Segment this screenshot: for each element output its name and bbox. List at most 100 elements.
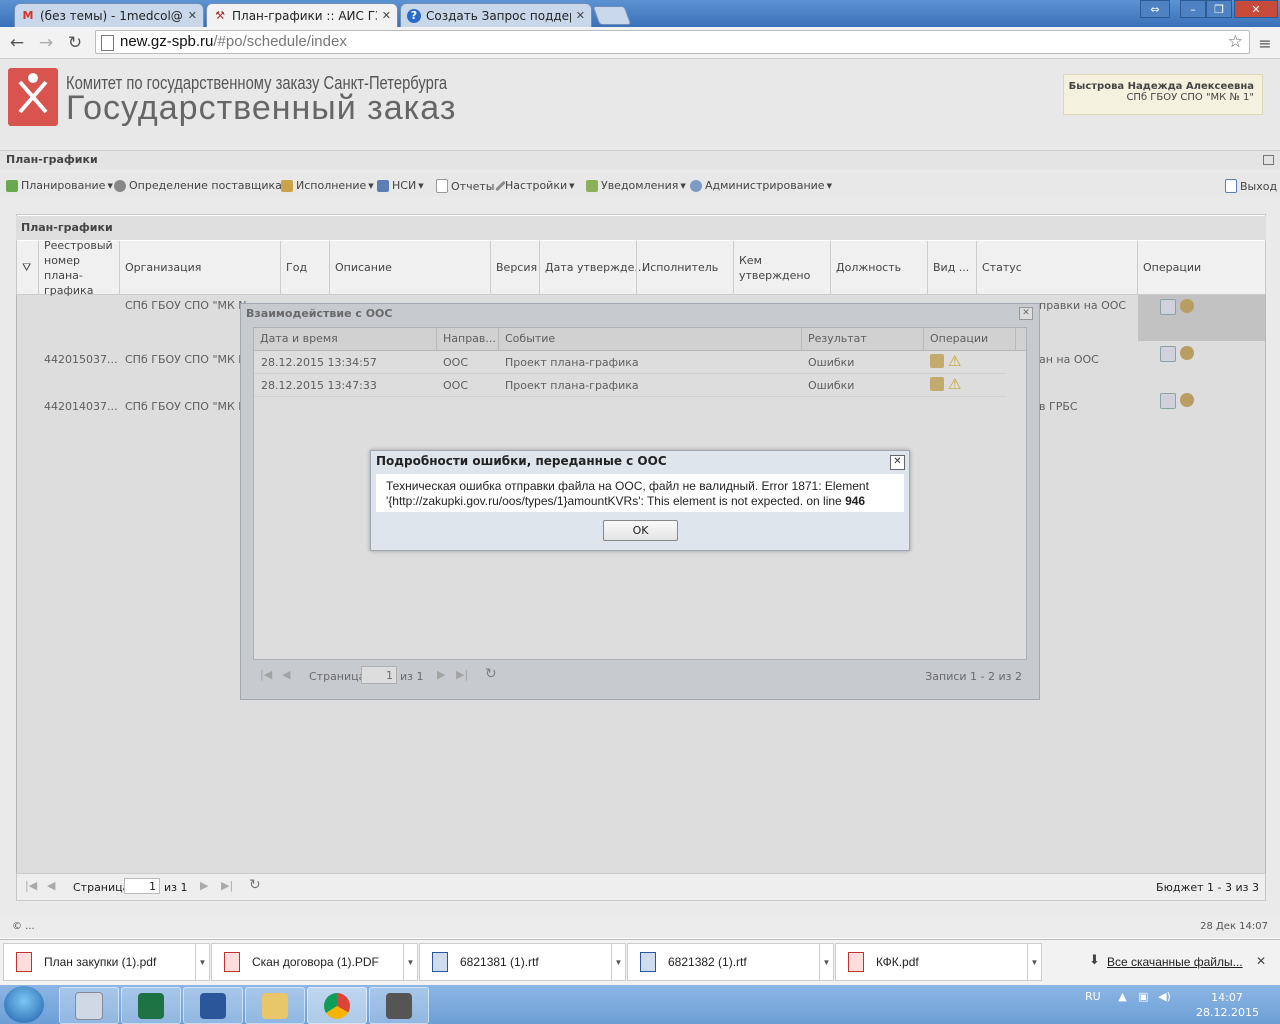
volume-icon[interactable]: ◀) xyxy=(1158,990,1171,1003)
tab-gmail[interactable]: M (без темы) - 1medcol@gm ✕ xyxy=(14,3,204,27)
ok-button[interactable]: OK xyxy=(603,520,678,541)
prev-page-icon[interactable]: ◀ xyxy=(47,879,55,892)
download-item[interactable]: 6821382 (1).rtf ▼ xyxy=(627,943,834,981)
column-header[interactable]: Должность xyxy=(830,241,927,294)
download-label: 6821382 (1).rtf xyxy=(668,955,747,969)
close-window-button[interactable]: ✕ xyxy=(1234,0,1278,18)
calculator-icon[interactable] xyxy=(59,987,119,1024)
grid-pager: |◀ ◀ Страница 1 из 1 ▶ ▶| ↻ Бюджет 1 - 3… xyxy=(17,873,1265,900)
window-switch-icon[interactable]: ⇔ xyxy=(1140,0,1170,18)
menu-execution[interactable]: Исполнение ▼ xyxy=(281,179,374,192)
download-item[interactable]: КФК.pdf ▼ xyxy=(835,943,1042,981)
refresh-icon[interactable]: ↻ xyxy=(249,877,261,893)
column-header[interactable]: Исполнитель xyxy=(636,241,733,294)
back-icon[interactable]: ← xyxy=(6,32,28,54)
all-downloads-link[interactable]: Все скачанные файлы... xyxy=(1107,955,1243,969)
column-header[interactable]: Кем утверждено xyxy=(733,241,830,294)
menu-label: Определение поставщика xyxy=(129,179,282,192)
word-file-icon xyxy=(432,952,448,972)
menu-planning[interactable]: Планирование ▼ xyxy=(6,179,113,192)
pdf-file-icon xyxy=(224,952,240,972)
first-page-icon[interactable]: |◀ xyxy=(25,879,37,892)
download-label: Скан договора (1).PDF xyxy=(252,955,379,969)
show-hidden-icons-icon[interactable]: ▲ xyxy=(1118,990,1126,1003)
column-header[interactable]: Организация xyxy=(119,241,280,294)
panel-header: План-графики xyxy=(0,150,1280,170)
menu-reports[interactable]: Отчеты xyxy=(436,179,494,193)
page-input[interactable]: 1 xyxy=(124,878,160,894)
planning-icon xyxy=(6,179,18,192)
close-icon[interactable]: ✕ xyxy=(890,455,905,470)
menu-settings[interactable]: Настройки ▼ xyxy=(495,179,575,192)
close-tab-icon[interactable]: ✕ xyxy=(188,9,197,22)
new-tab-button[interactable] xyxy=(592,6,632,25)
menu-administration[interactable]: Администрирование ▼ xyxy=(690,179,832,192)
menu-supplier[interactable]: Определение поставщика▼ xyxy=(114,179,289,192)
next-page-icon[interactable]: ▶ xyxy=(200,879,208,892)
column-header[interactable]: Год xyxy=(280,241,329,294)
pdf-file-icon xyxy=(848,952,864,972)
close-tab-icon[interactable]: ✕ xyxy=(576,9,585,22)
column-header[interactable]: Операции xyxy=(1137,241,1265,294)
chevron-down-icon[interactable]: ▼ xyxy=(195,944,209,980)
panel-title: План-графики xyxy=(6,153,98,166)
maximize-button[interactable]: ❐ xyxy=(1206,0,1232,18)
download-label: КФК.pdf xyxy=(876,955,919,969)
word-icon[interactable] xyxy=(183,987,243,1024)
tab-label: (без темы) - 1medcol@gm xyxy=(40,8,183,23)
chevron-down-icon: ▼ xyxy=(680,181,686,190)
chevron-down-icon[interactable]: ▼ xyxy=(403,944,417,980)
page-label: Страница xyxy=(73,881,130,894)
chevron-down-icon[interactable]: ▼ xyxy=(611,944,625,980)
excel-icon[interactable] xyxy=(121,987,181,1024)
menu-label: Планирование xyxy=(21,179,106,192)
tab-support[interactable]: ? Создать Запрос поддерж ✕ xyxy=(400,3,592,27)
last-page-icon[interactable]: ▶| xyxy=(221,879,233,892)
menu-notifications[interactable]: Уведомления ▼ xyxy=(586,179,686,192)
reload-icon[interactable]: ↻ xyxy=(64,32,86,54)
url-path: /#po/schedule/index xyxy=(213,33,347,50)
menu-label: Администрирование xyxy=(705,179,825,192)
column-header[interactable]: Описание xyxy=(329,241,490,294)
column-header[interactable]: Реестровый номер плана-графика xyxy=(38,239,119,297)
address-bar[interactable]: new.gz-spb.ru/#po/schedule/index ☆ xyxy=(95,30,1250,54)
word-file-icon xyxy=(640,952,656,972)
user-info[interactable]: Быстрова Надежда Алексеевна СПб ГБОУ СПО… xyxy=(1063,74,1263,115)
user-icon xyxy=(690,179,702,192)
minimize-button[interactable]: – xyxy=(1180,0,1206,18)
chevron-down-icon[interactable]: ▼ xyxy=(1027,944,1041,980)
error-message-line: Техническая ошибка отправки файла на ООС… xyxy=(386,479,869,493)
status-datetime: 28 Дек 14:07 xyxy=(1200,921,1268,932)
menu-nsi[interactable]: НСИ ▼ xyxy=(377,179,424,192)
collapse-icon[interactable] xyxy=(1263,155,1274,165)
gear-icon xyxy=(114,179,126,192)
column-header[interactable]: Вид ... xyxy=(927,241,976,294)
bookmark-star-icon[interactable]: ☆ xyxy=(1228,31,1243,53)
execution-icon xyxy=(281,179,293,192)
close-icon[interactable]: ✕ xyxy=(1256,954,1266,968)
menu-icon[interactable]: ≡ xyxy=(1254,32,1276,54)
download-item[interactable]: Скан договора (1).PDF ▼ xyxy=(211,943,418,981)
column-header[interactable]: Версия xyxy=(490,241,539,294)
network-icon[interactable]: ▣ xyxy=(1138,990,1148,1003)
windows-start-icon[interactable] xyxy=(4,986,44,1023)
language-indicator[interactable]: RU xyxy=(1085,990,1101,1003)
chrome-icon[interactable] xyxy=(307,987,367,1024)
chevron-down-icon: ▼ xyxy=(569,181,575,190)
explorer-icon[interactable] xyxy=(245,987,305,1024)
chevron-down-icon: ▼ xyxy=(826,181,832,190)
filter-icon[interactable]: ⛛ xyxy=(17,241,38,294)
printer-icon[interactable] xyxy=(369,987,429,1024)
download-item[interactable]: 6821381 (1).rtf ▼ xyxy=(419,943,626,981)
exit-button[interactable]: Выход xyxy=(1225,179,1277,193)
clock[interactable]: 14:07 28.12.2015 xyxy=(1196,990,1259,1020)
chevron-down-icon[interactable]: ▼ xyxy=(819,944,833,980)
close-tab-icon[interactable]: ✕ xyxy=(382,9,391,22)
grid-header: ⛛ Реестровый номер плана-графика Организ… xyxy=(17,239,1265,297)
column-header[interactable]: Дата утвержде... xyxy=(539,241,645,294)
main-menu: Планирование▼ Определение поставщика▼ Ис… xyxy=(0,173,1280,197)
tab-schedules[interactable]: ⚒ План-графики :: АИС ГЗ ✕ xyxy=(206,3,398,27)
column-header[interactable]: Статус xyxy=(976,241,1137,294)
download-item[interactable]: План закупки (1).pdf ▼ xyxy=(3,943,210,981)
forward-icon[interactable]: → xyxy=(35,32,57,54)
